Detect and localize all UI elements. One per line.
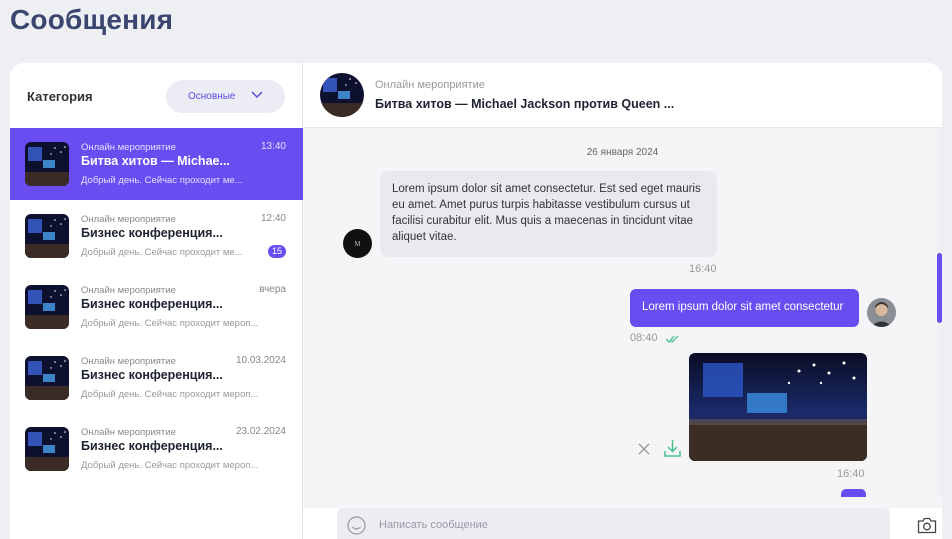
date-separator: 26 января 2024: [586, 147, 659, 158]
chat-item-category: Онлайн мероприятие: [81, 142, 176, 153]
chat-item-preview: Добрый день. Сейчас проходит ме...: [81, 175, 243, 186]
close-icon[interactable]: [638, 443, 650, 455]
chat-list-item[interactable]: Онлайн мероприятие 23.02.2024 Бизнес кон…: [10, 413, 303, 484]
scrollbar-thumb[interactable]: [937, 253, 942, 323]
messages-panel: Категория Основные Онлайн мероприятие 13…: [10, 63, 942, 539]
event-thumbnail: [25, 214, 69, 258]
chat-item-title: Бизнес конференция...: [81, 297, 223, 311]
user-avatar: [867, 298, 896, 327]
message-input[interactable]: [379, 514, 859, 536]
event-thumbnail: [25, 356, 69, 400]
double-check-icon: [665, 335, 679, 343]
chat-list: Онлайн мероприятие 13:40 Битва хитов — M…: [10, 128, 303, 484]
chat-item-preview: Добрый день. Сейчас проходит ме...: [81, 247, 243, 258]
message-time: 16:40: [837, 468, 865, 480]
camera-icon[interactable]: [917, 517, 937, 534]
chat-list-item[interactable]: Онлайн мероприятие 10.03.2024 Бизнес кон…: [10, 342, 303, 413]
chat-item-time: 23.02.2024: [235, 426, 286, 437]
conversation-category: Онлайн мероприятие: [375, 79, 485, 91]
sender-avatar: M: [343, 229, 372, 258]
event-thumbnail: [25, 427, 69, 471]
chat-item-title: Бизнес конференция...: [81, 439, 223, 453]
event-avatar: [320, 73, 364, 117]
category-select[interactable]: Основные: [166, 80, 285, 113]
category-label: Категория: [27, 89, 93, 104]
chat-item-category: Онлайн мероприятие: [81, 285, 176, 296]
unread-badge: 15: [268, 245, 286, 258]
message-time: 08:40: [630, 332, 658, 344]
chat-item-title: Бизнес конференция...: [81, 226, 223, 240]
category-select-value: Основные: [188, 91, 236, 102]
outgoing-message: Lorem ipsum dolor sit amet consectetur: [630, 289, 859, 327]
chat-item-time: 13:40: [260, 141, 286, 152]
chat-item-preview: Добрый день. Сейчас проходит мероп...: [81, 460, 259, 471]
chat-item-preview: Добрый день. Сейчас проходит мероп...: [81, 318, 259, 329]
chat-item-category: Онлайн мероприятие: [81, 214, 176, 225]
image-attachment[interactable]: [689, 353, 867, 461]
download-icon[interactable]: [664, 439, 681, 457]
chat-list-item[interactable]: Онлайн мероприятие вчера Бизнес конферен…: [10, 271, 303, 342]
chat-item-category: Онлайн мероприятие: [81, 356, 176, 367]
chat-list-item[interactable]: Онлайн мероприятие 12:40 Бизнес конферен…: [10, 200, 303, 271]
chevron-down-icon: [251, 91, 263, 99]
chat-list-item[interactable]: Онлайн мероприятие 13:40 Битва хитов — M…: [10, 128, 303, 200]
chat-sidebar: Категория Основные Онлайн мероприятие 13…: [10, 63, 303, 539]
conversation-title: Битва хитов — Michael Jackson против Que…: [375, 97, 675, 111]
chat-item-time: 10.03.2024: [235, 355, 286, 366]
conversation-panel: Онлайн мероприятие Битва хитов — Michael…: [303, 63, 942, 539]
next-message-peek: [841, 489, 866, 497]
message-composer: [337, 508, 890, 539]
incoming-message: Lorem ipsum dolor sit amet consectetur. …: [380, 171, 717, 257]
chat-item-preview: Добрый день. Сейчас проходит мероп...: [81, 389, 259, 400]
smile-icon[interactable]: [347, 516, 366, 535]
chat-item-time: вчера: [259, 284, 286, 295]
message-area[interactable]: 26 января 2024 M Lorem ipsum dolor sit a…: [303, 128, 942, 508]
event-thumbnail: [25, 285, 69, 329]
chat-item-time: 12:40: [260, 213, 286, 224]
message-time: 16:40: [689, 263, 717, 275]
svg-text:M: M: [354, 240, 361, 248]
conversation-header: Онлайн мероприятие Битва хитов — Michael…: [303, 63, 942, 128]
chat-item-category: Онлайн мероприятие: [81, 427, 176, 438]
chat-item-title: Битва хитов — Michae...: [81, 154, 230, 168]
page-title: Сообщения: [10, 4, 174, 35]
event-thumbnail: [25, 142, 69, 186]
chat-item-title: Бизнес конференция...: [81, 368, 223, 382]
